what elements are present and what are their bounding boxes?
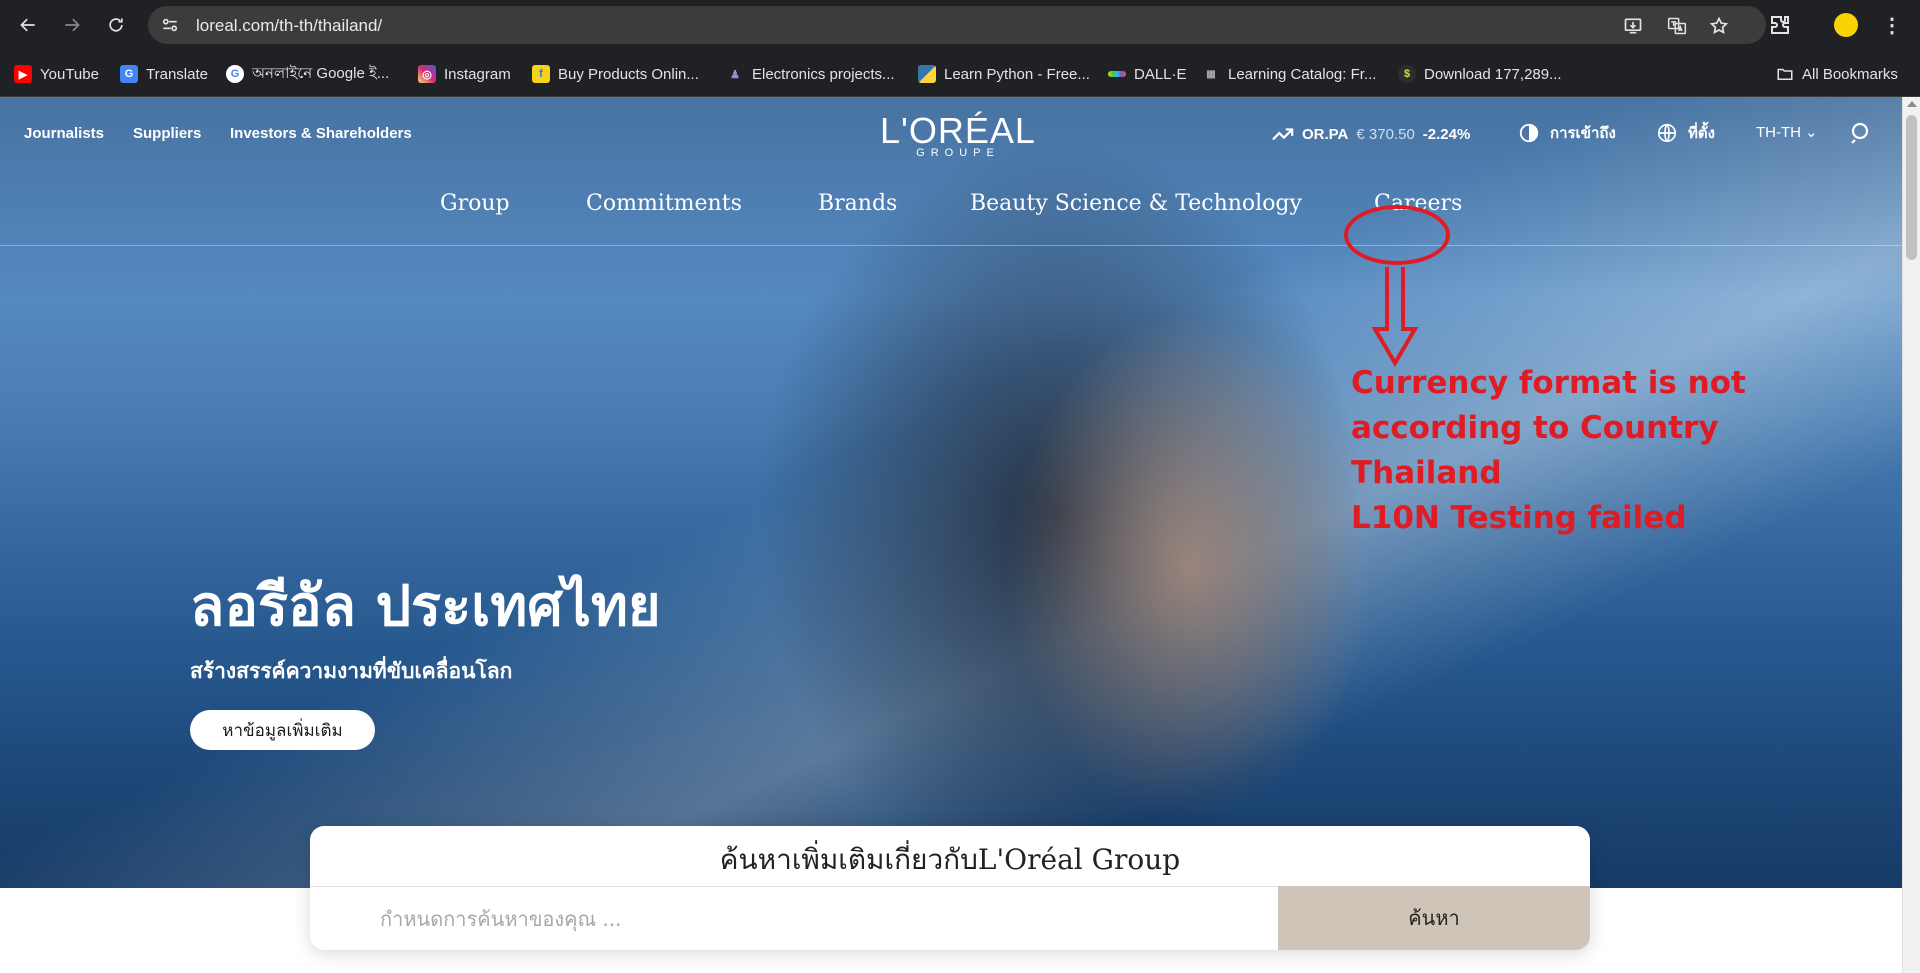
annotation-line: L10N Testing failed bbox=[1351, 500, 1687, 536]
url-text[interactable]: loreal.com/th-th/thailand/ bbox=[196, 16, 382, 36]
stock-ticker[interactable]: OR.PA € 370.50 -2.24% bbox=[1272, 123, 1470, 145]
google-icon: G bbox=[226, 65, 244, 83]
translate-page-icon[interactable] bbox=[1666, 15, 1688, 37]
nav-commitments[interactable]: Commitments bbox=[586, 191, 742, 216]
youtube-icon: ▶ bbox=[14, 65, 32, 83]
journalists-link[interactable]: Journalists bbox=[24, 125, 104, 142]
search-icon[interactable] bbox=[1849, 121, 1873, 145]
globe-icon bbox=[1657, 123, 1677, 143]
search-input[interactable] bbox=[310, 887, 1278, 950]
bookmark-flipkart[interactable]: f Buy Products Onlin... bbox=[532, 63, 699, 85]
language-value: TH-TH bbox=[1756, 123, 1801, 141]
annotation-line: Thailand bbox=[1351, 455, 1502, 491]
search-card: ค้นหาเพิ่มเติมเกี่ยวกับL'Oréal Group ค้น… bbox=[310, 826, 1590, 950]
bookmark-label: Download 177,289... bbox=[1424, 65, 1562, 83]
annotation-arrow bbox=[1371, 267, 1419, 367]
extensions-icon[interactable] bbox=[1768, 13, 1792, 37]
bookmark-label: Instagram bbox=[444, 65, 511, 83]
forward-arrow-icon[interactable] bbox=[56, 9, 88, 41]
language-select[interactable]: TH-TH ⌄ bbox=[1756, 123, 1818, 142]
more-menu-icon[interactable]: ⋮ bbox=[1880, 13, 1904, 37]
bookmark-python[interactable]: Learn Python - Free... bbox=[918, 63, 1090, 85]
all-bookmarks-label: All Bookmarks bbox=[1802, 65, 1898, 83]
bookmark-instagram[interactable]: ◎ Instagram bbox=[418, 63, 511, 85]
stock-change: -2.24% bbox=[1422, 125, 1471, 143]
install-app-icon[interactable] bbox=[1622, 15, 1644, 37]
learn-more-button[interactable]: หาข้อมูลเพิ่มเติม bbox=[190, 710, 375, 750]
instagram-icon: ◎ bbox=[418, 65, 436, 83]
bookmark-label: DALL·E bbox=[1134, 65, 1187, 83]
bookmarks-bar: ▶ YouTube G Translate G অনলাইনে Google ই… bbox=[0, 50, 1920, 97]
profile-avatar[interactable] bbox=[1834, 13, 1858, 37]
bookmark-label: Buy Products Onlin... bbox=[558, 65, 699, 83]
logo-wordmark: L'ORÉAL bbox=[880, 110, 1036, 151]
all-bookmarks[interactable]: All Bookmarks bbox=[1776, 63, 1898, 85]
page-scrollbar[interactable] bbox=[1902, 97, 1920, 973]
bookmark-label: Translate bbox=[146, 65, 208, 83]
browser-toolbar: loreal.com/th-th/thailand/ ⋮ bbox=[0, 0, 1920, 50]
bookmark-label: Electronics projects... bbox=[752, 65, 895, 83]
bookmark-dalle[interactable]: DALL·E bbox=[1108, 63, 1187, 85]
hero-title: ลอรีอัล ประเทศไทย bbox=[190, 574, 661, 639]
bookmark-learning-catalog[interactable]: ▦ Learning Catalog: Fr... bbox=[1202, 63, 1376, 85]
nav-beauty-science[interactable]: Beauty Science & Technology bbox=[970, 191, 1302, 216]
nav-brands[interactable]: Brands bbox=[818, 191, 897, 216]
annotation-text: Currency format is not according to Coun… bbox=[1351, 361, 1746, 541]
nav-divider bbox=[0, 245, 1902, 246]
search-field bbox=[310, 886, 1278, 950]
bookmark-google[interactable]: G অনলাইনে Google ই... bbox=[226, 63, 389, 85]
nav-group[interactable]: Group bbox=[440, 191, 510, 216]
suppliers-link[interactable]: Suppliers bbox=[133, 125, 201, 142]
hero-subtitle: สร้างสรรค์ความงามที่ขับเคลื่อนโลก bbox=[190, 659, 513, 683]
address-bar[interactable]: loreal.com/th-th/thailand/ bbox=[148, 6, 1766, 44]
accessibility-toggle[interactable]: การเข้าถึง bbox=[1518, 121, 1616, 145]
folder-icon bbox=[1776, 65, 1794, 83]
annotation-line: according to Country bbox=[1351, 410, 1719, 446]
bookmark-label: Learn Python - Free... bbox=[944, 65, 1090, 83]
flipkart-icon: f bbox=[532, 65, 550, 83]
annotation-ellipse bbox=[1344, 205, 1450, 265]
page-viewport: Journalists Suppliers Investors & Shareh… bbox=[0, 97, 1902, 973]
location-label: ที่ตั้ง bbox=[1688, 125, 1715, 142]
search-submit-button[interactable]: ค้นหา bbox=[1278, 886, 1590, 950]
scrollbar-thumb[interactable] bbox=[1906, 115, 1917, 260]
bookmark-label: YouTube bbox=[40, 65, 99, 83]
bookmark-label: অনলাইনে Google ই... bbox=[252, 64, 390, 82]
stock-price: € 370.50 bbox=[1356, 125, 1415, 143]
bookmark-electronics[interactable]: ♟ Electronics projects... bbox=[726, 63, 895, 85]
dalle-icon bbox=[1108, 71, 1126, 77]
python-icon bbox=[918, 65, 936, 83]
bookmark-translate[interactable]: G Translate bbox=[120, 63, 208, 85]
robot-icon: ♟ bbox=[730, 68, 740, 81]
reload-icon[interactable] bbox=[100, 9, 132, 41]
translate-icon: G bbox=[120, 65, 138, 83]
annotation-line: Currency format is not bbox=[1351, 365, 1746, 401]
site-info-icon[interactable] bbox=[160, 15, 180, 35]
trend-up-icon bbox=[1272, 128, 1294, 141]
chevron-down-icon: ⌄ bbox=[1805, 124, 1818, 141]
contrast-icon bbox=[1519, 123, 1539, 143]
location-selector[interactable]: ที่ตั้ง bbox=[1656, 121, 1715, 145]
stock-symbol: OR.PA bbox=[1302, 125, 1349, 143]
accessibility-label: การเข้าถึง bbox=[1550, 125, 1616, 142]
back-arrow-icon[interactable] bbox=[12, 9, 44, 41]
bookmark-download[interactable]: $ Download 177,289... bbox=[1398, 63, 1562, 85]
investors-link[interactable]: Investors & Shareholders bbox=[230, 125, 412, 142]
loreal-logo[interactable]: L'ORÉAL GROUPE bbox=[870, 113, 1046, 161]
catalog-icon: ▦ bbox=[1206, 68, 1216, 80]
download-site-icon: $ bbox=[1398, 65, 1416, 83]
search-heading: ค้นหาเพิ่มเติมเกี่ยวกับL'Oréal Group bbox=[719, 843, 1181, 876]
scroll-up-icon[interactable] bbox=[1907, 101, 1917, 107]
bookmark-label: Learning Catalog: Fr... bbox=[1228, 65, 1377, 83]
bookmark-youtube[interactable]: ▶ YouTube bbox=[14, 63, 99, 85]
bookmark-star-icon[interactable] bbox=[1708, 15, 1730, 37]
